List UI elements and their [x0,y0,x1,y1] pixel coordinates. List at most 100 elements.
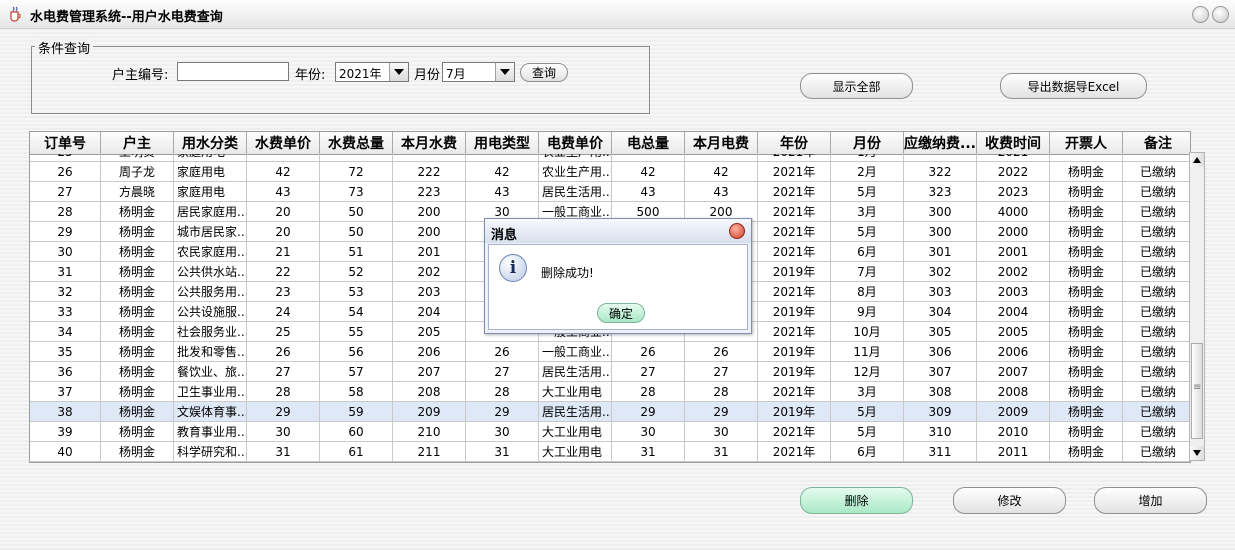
table-row[interactable]: 39 杨明金 教育事业用... 30 60 210 30 大工业用电 30 30 2021年 5月 31… [30,422,1190,442]
table-cell: 家庭用电 [174,154,247,162]
column-header[interactable]: 本月电费 [685,132,758,154]
table-cell: 31 [30,262,101,282]
table-cell: 家庭用电 [174,162,247,182]
table-row[interactable]: 36 杨明金 餐饮业、旅... 27 57 207 27 居民生活用... 27 27 2019年 1… [30,362,1190,382]
table-row[interactable]: 25王明贵家庭用电 农业生产用... 2021年1月 2021 [30,154,1190,162]
delete-button[interactable]: 删除 [800,487,913,514]
add-button[interactable]: 增加 [1094,487,1207,514]
table-row[interactable]: 27 方晨晓 家庭用电 43 73 223 43 居民生活用... 43 43 2021年 5月 323… [30,182,1190,202]
table-cell [393,154,466,162]
table-cell: 305 [904,322,977,342]
table-cell: 201 [393,242,466,262]
table-cell: 居民家庭用... [174,202,247,222]
scroll-up-arrow-icon[interactable] [1190,153,1204,167]
table-cell: 2021年 [758,202,831,222]
column-header[interactable]: 电费单价 [539,132,612,154]
column-header[interactable]: 水费总量 [320,132,393,154]
table-cell: 杨明金 [1050,222,1123,242]
scroll-down-arrow-icon[interactable] [1190,446,1204,460]
column-header[interactable]: 应缴纳费... [904,132,977,154]
dialog-title: 消息 [491,228,518,243]
table-row[interactable]: 35 杨明金 批发和零售... 26 56 206 26 一般工商业... 26 26 2019年 1… [30,342,1190,362]
window-title: 水电费管理系统--用户水电费查询 [30,10,223,25]
column-header[interactable]: 用电类型 [466,132,539,154]
column-header[interactable]: 电总量 [612,132,685,154]
modify-button[interactable]: 修改 [953,487,1066,514]
table-cell: 58 [320,382,393,402]
table-cell: 卫生事业用... [174,382,247,402]
table-cell: 2021 [977,154,1050,162]
table-cell: 43 [612,182,685,202]
year-select[interactable]: 2021年 [335,62,409,82]
column-header[interactable]: 用水分类 [174,132,247,154]
table-cell: 31 [247,442,320,462]
table-cell: 大工业用电 [539,442,612,462]
table-cell: 57 [320,362,393,382]
table-cell: 杨明金 [1050,242,1123,262]
table-cell: 222 [393,162,466,182]
show-all-button[interactable]: 显示全部 [800,73,913,99]
column-header[interactable]: 水费单价 [247,132,320,154]
scroll-thumb[interactable] [1191,343,1203,439]
table-row[interactable]: 37 杨明金 卫生事业用... 28 58 208 28 大工业用电 28 28 2021年 3月 30… [30,382,1190,402]
table-cell: 已缴纳 [1123,202,1190,222]
column-header[interactable]: 收费时间 [977,132,1050,154]
table-cell: 34 [30,322,101,342]
table-cell: 杨明金 [101,242,174,262]
table-cell: 2001 [977,242,1050,262]
table-cell: 2021年 [758,162,831,182]
table-cell: 209 [393,402,466,422]
table-cell: 3月 [831,382,904,402]
table-cell: 36 [30,362,101,382]
owner-label: 户主编号: [112,68,169,83]
table-cell: 306 [904,342,977,362]
table-row-selected[interactable]: 38 杨明金 文娱体育事... 29 59 209 29 居民生活用... 29 29 2019年 5… [30,402,1190,422]
table-cell: 杨明金 [101,362,174,382]
table-cell: 杨明金 [101,282,174,302]
table-cell: 已缴纳 [1123,362,1190,382]
dialog-close-icon[interactable] [729,223,745,239]
table-cell: 73 [320,182,393,202]
chevron-down-icon[interactable] [389,63,408,81]
table-cell: 42 [466,162,539,182]
table-cell: 2002 [977,262,1050,282]
table-cell: 26 [466,342,539,362]
owner-id-input[interactable] [177,62,289,81]
table-cell: 28 [30,202,101,222]
column-header[interactable]: 开票人 [1050,132,1123,154]
table-cell: 2009 [977,402,1050,422]
column-header[interactable]: 本月水费 [393,132,466,154]
table-cell: 52 [320,262,393,282]
chevron-down-icon[interactable] [495,63,514,81]
vertical-scrollbar[interactable] [1189,152,1205,461]
table-cell: 28 [685,382,758,402]
column-header[interactable]: 年份 [758,132,831,154]
table-cell: 居民生活用... [539,182,612,202]
table-cell: 杨明金 [1050,262,1123,282]
export-excel-button[interactable]: 导出数据导Excel [1000,73,1147,99]
minimize-button[interactable] [1192,6,1209,23]
table-cell: 3月 [831,202,904,222]
dialog-ok-button[interactable]: 确定 [597,303,645,323]
column-header[interactable]: 月份 [831,132,904,154]
table-cell: 已缴纳 [1123,322,1190,342]
query-legend: 条件查询 [35,38,94,57]
table-row[interactable]: 26 周子龙 家庭用电 42 72 222 42 农业生产用... 42 42 2021年 2月 322… [30,162,1190,182]
close-button[interactable] [1212,6,1229,23]
column-header[interactable]: 户主 [101,132,174,154]
query-button[interactable]: 查询 [520,63,568,82]
column-header[interactable]: 备注 [1123,132,1190,154]
column-header[interactable]: 订单号 [30,132,101,154]
table-cell: 310 [904,422,977,442]
table-cell: 42 [612,162,685,182]
year-value: 2021年 [339,67,382,81]
month-select[interactable]: 7月 [442,62,515,82]
table-cell: 31 [685,442,758,462]
table-cell: 已缴纳 [1123,262,1190,282]
table-cell: 308 [904,382,977,402]
table-row[interactable]: 40 杨明金 科学研究和... 31 61 211 31 大工业用电 31 31 2021年 6月 31… [30,442,1190,462]
table-cell: 300 [904,222,977,242]
table-cell: 35 [30,342,101,362]
table-cell: 29 [247,402,320,422]
java-cup-icon [10,6,21,22]
